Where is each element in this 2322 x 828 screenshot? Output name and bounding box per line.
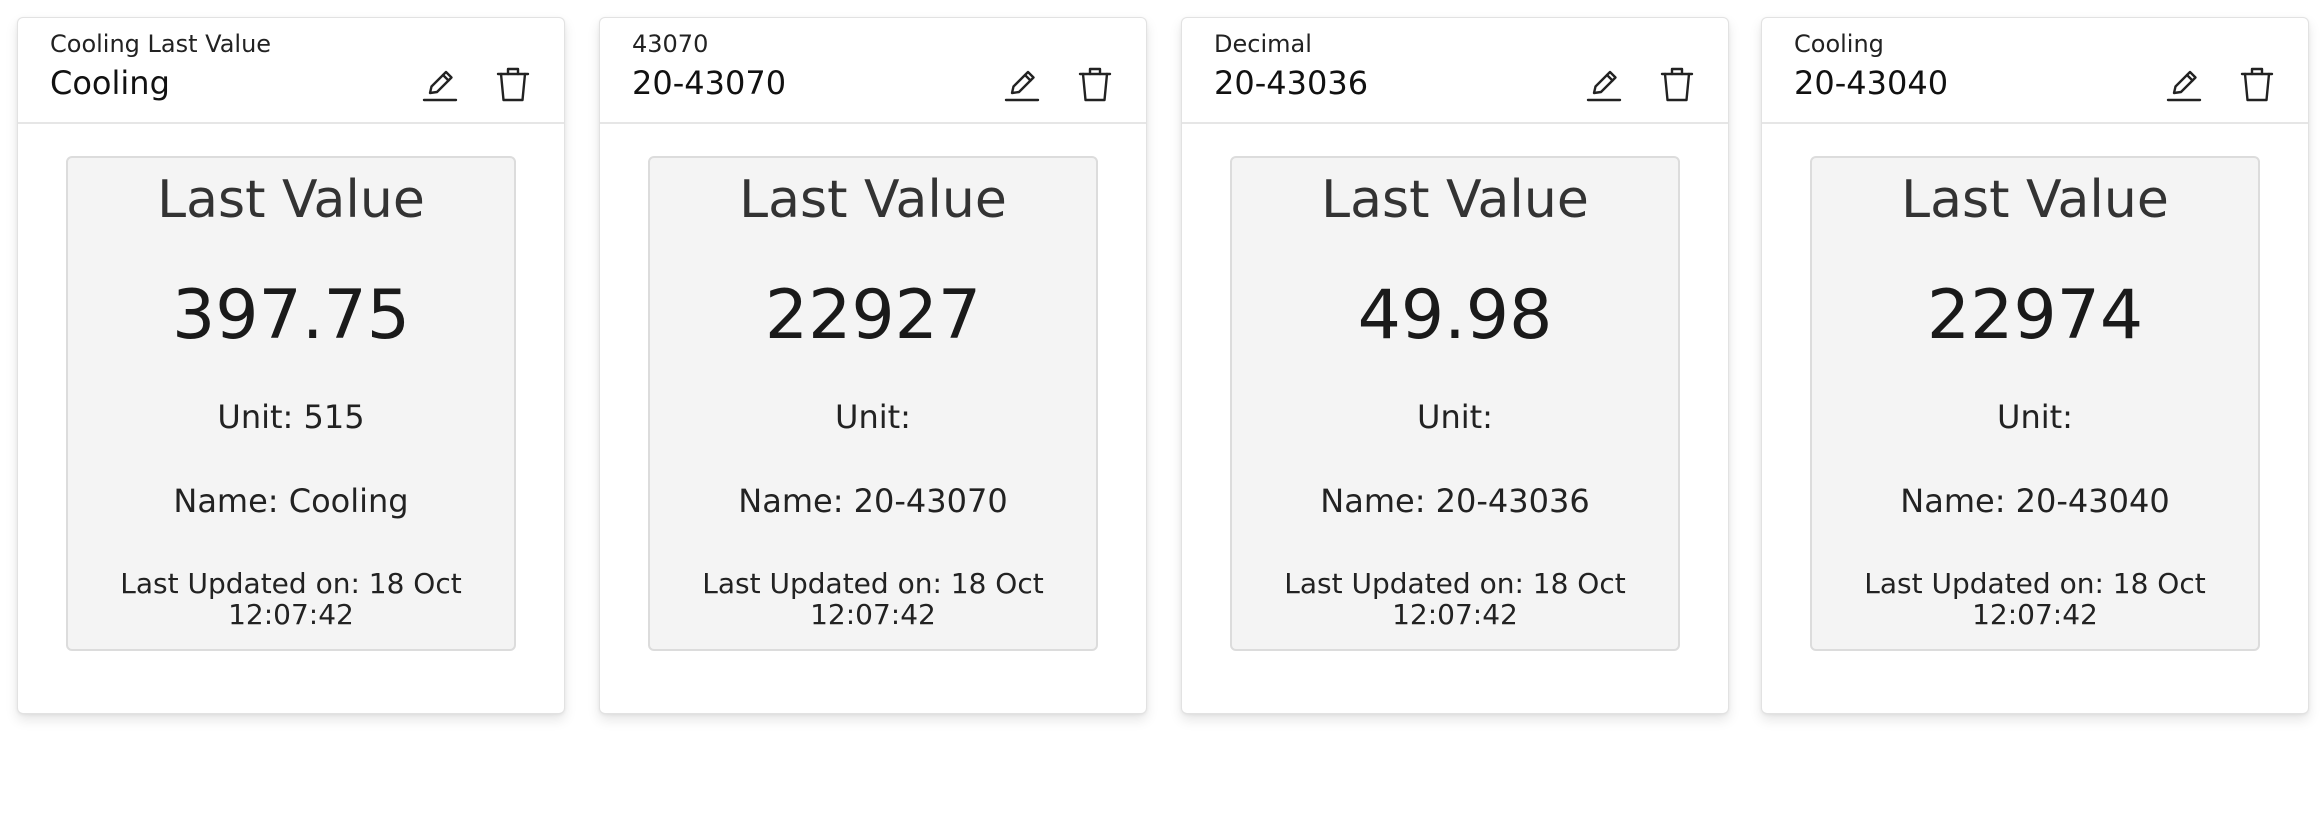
last-updated-time: 12:07:42 (1972, 598, 2098, 631)
name-label: Name: 20-43070 (738, 482, 1008, 520)
last-value-panel: Last Value 397.75 Unit: 515 Name: Coolin… (66, 156, 516, 651)
widget-grid: Cooling Last Value Cooling Last Value 39… (0, 0, 2322, 828)
edit-button[interactable] (1002, 64, 1042, 104)
edit-button[interactable] (420, 64, 460, 104)
last-updated-time: 12:07:42 (228, 598, 354, 631)
last-value-panel: Last Value 22927 Unit: Name: 20-43070 La… (648, 156, 1098, 651)
panel-heading: Last Value (1321, 170, 1589, 230)
name-label: Name: 20-43036 (1320, 482, 1590, 520)
last-updated-time: 12:07:42 (810, 598, 936, 631)
pencil-icon (1586, 70, 1622, 102)
unit-label: Unit: (835, 398, 911, 436)
last-updated: Last Updated on: 18 Oct 12:07:42 (1832, 568, 2238, 630)
widget-card: Cooling 20-43040 Last Value 22974 Unit: … (1761, 17, 2309, 714)
last-value-panel: Last Value 49.98 Unit: Name: 20-43036 La… (1230, 156, 1680, 651)
last-updated-date: Last Updated on: 18 Oct (1864, 567, 2206, 600)
trash-icon (496, 67, 530, 102)
card-header: 43070 20-43070 (600, 18, 1146, 124)
widget-card: 43070 20-43070 Last Value 22927 Unit: Na… (599, 17, 1147, 714)
unit-label: Unit: (1417, 398, 1493, 436)
card-title: 20-43036 (1214, 64, 1369, 102)
last-value: 397.75 (172, 276, 410, 355)
delete-button[interactable] (1657, 64, 1697, 104)
trash-icon (1078, 67, 1112, 102)
card-title: 20-43040 (1794, 64, 1949, 102)
last-value: 22927 (764, 276, 982, 355)
last-updated-date: Last Updated on: 18 Oct (702, 567, 1044, 600)
trash-icon (2240, 67, 2274, 102)
panel-heading: Last Value (1901, 170, 2169, 230)
card-subtitle: Cooling Last Value (50, 30, 272, 58)
widget-card: Cooling Last Value Cooling Last Value 39… (17, 17, 565, 714)
delete-button[interactable] (2237, 64, 2277, 104)
last-updated-date: Last Updated on: 18 Oct (1284, 567, 1626, 600)
pencil-icon (422, 70, 458, 102)
last-value: 49.98 (1357, 276, 1553, 355)
name-label: Name: Cooling (173, 482, 409, 520)
trash-icon (1660, 67, 1694, 102)
last-value: 22974 (1926, 276, 2144, 355)
card-header: Decimal 20-43036 (1182, 18, 1728, 124)
pencil-icon (2166, 70, 2202, 102)
panel-heading: Last Value (157, 170, 425, 230)
last-updated-time: 12:07:42 (1392, 598, 1518, 631)
delete-button[interactable] (1075, 64, 1115, 104)
widget-card: Decimal 20-43036 Last Value 49.98 Unit: … (1181, 17, 1729, 714)
card-header: Cooling 20-43040 (1762, 18, 2308, 124)
last-updated: Last Updated on: 18 Oct 12:07:42 (670, 568, 1076, 630)
pencil-icon (1004, 70, 1040, 102)
edit-button[interactable] (1584, 64, 1624, 104)
unit-label: Unit: (1997, 398, 2073, 436)
edit-button[interactable] (2164, 64, 2204, 104)
last-updated-date: Last Updated on: 18 Oct (120, 567, 462, 600)
unit-label: Unit: 515 (217, 398, 365, 436)
card-subtitle: Decimal (1214, 30, 1312, 58)
delete-button[interactable] (493, 64, 533, 104)
card-title: Cooling (50, 64, 170, 102)
last-updated: Last Updated on: 18 Oct 12:07:42 (1252, 568, 1658, 630)
last-value-panel: Last Value 22974 Unit: Name: 20-43040 La… (1810, 156, 2260, 651)
card-title: 20-43070 (632, 64, 787, 102)
card-subtitle: Cooling (1794, 30, 1884, 58)
card-header: Cooling Last Value Cooling (18, 18, 564, 124)
name-label: Name: 20-43040 (1900, 482, 2170, 520)
last-updated: Last Updated on: 18 Oct 12:07:42 (88, 568, 494, 630)
panel-heading: Last Value (739, 170, 1007, 230)
card-subtitle: 43070 (632, 30, 709, 58)
